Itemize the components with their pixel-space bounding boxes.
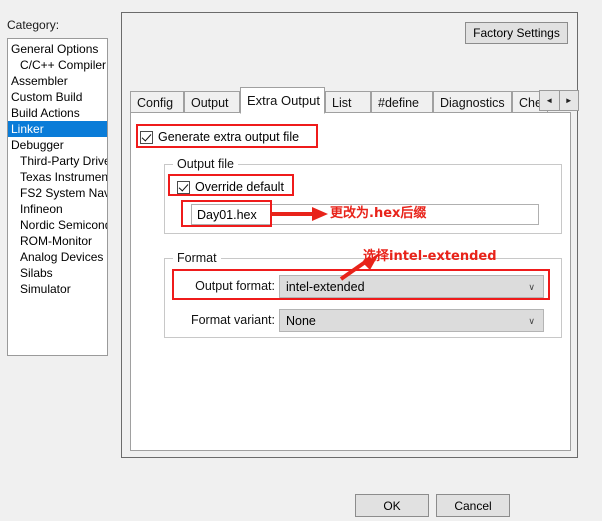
tab-diagnostics[interactable]: Diagnostics bbox=[433, 91, 512, 113]
sidebar-item-linker[interactable]: Linker bbox=[8, 121, 107, 137]
sidebar-item-fs2-system-navigator[interactable]: FS2 System Navigator bbox=[8, 185, 107, 201]
chevron-down-icon: ∨ bbox=[528, 281, 535, 292]
output-format-label: Output format: bbox=[195, 279, 275, 293]
tab-list[interactable]: List bbox=[325, 91, 371, 113]
generate-extra-output-label: Generate extra output file bbox=[158, 130, 300, 144]
tab-output[interactable]: Output bbox=[184, 91, 240, 113]
output-format-value: intel-extended bbox=[286, 280, 365, 294]
sidebar-item-debugger[interactable]: Debugger bbox=[8, 137, 107, 153]
factory-settings-button[interactable]: Factory Settings bbox=[465, 22, 568, 44]
format-group-title: Format bbox=[173, 251, 221, 265]
format-group: Format Output format: intel-extended ∨ F… bbox=[164, 251, 562, 338]
tab-scroll-right-icon[interactable]: ► bbox=[559, 91, 578, 110]
sidebar-item-custom-build[interactable]: Custom Build bbox=[8, 89, 107, 105]
tab-scroll-buttons: ◄ ► bbox=[539, 90, 579, 111]
tab-define[interactable]: #define bbox=[371, 91, 433, 113]
override-default-checkbox[interactable] bbox=[177, 180, 190, 194]
format-variant-value: None bbox=[286, 314, 316, 328]
sidebar-item-silabs[interactable]: Silabs bbox=[8, 265, 107, 281]
override-default-label: Override default bbox=[195, 180, 284, 194]
sidebar-item-rom-monitor[interactable]: ROM-Monitor bbox=[8, 233, 107, 249]
ok-button[interactable]: OK bbox=[355, 494, 429, 517]
sidebar-item-general-options[interactable]: General Options bbox=[8, 41, 107, 57]
tab-scroll-left-icon[interactable]: ◄ bbox=[540, 91, 560, 110]
output-file-group-title: Output file bbox=[173, 157, 238, 171]
tab-panel-extra-output: Generate extra output file Output file O… bbox=[130, 112, 571, 451]
format-variant-label: Format variant: bbox=[190, 313, 275, 327]
sidebar-item-c-cpp-compiler[interactable]: C/C++ Compiler bbox=[8, 57, 107, 73]
output-file-group: Output file Override default Day01.hex bbox=[164, 157, 562, 234]
sidebar-item-build-actions[interactable]: Build Actions bbox=[8, 105, 107, 121]
sidebar-item-assembler[interactable]: Assembler bbox=[8, 73, 107, 89]
category-label: Category: bbox=[7, 18, 60, 32]
tab-extra-output[interactable]: Extra Output bbox=[240, 87, 325, 114]
cancel-button[interactable]: Cancel bbox=[436, 494, 510, 517]
format-variant-select[interactable]: None ∨ bbox=[279, 309, 544, 332]
sidebar-item-texas-instruments[interactable]: Texas Instruments bbox=[8, 169, 107, 185]
sidebar-item-third-party-driver[interactable]: Third-Party Driver bbox=[8, 153, 107, 169]
sidebar-item-simulator[interactable]: Simulator bbox=[8, 281, 107, 297]
generate-extra-output-checkbox[interactable] bbox=[140, 130, 153, 144]
annotation-text-output-format: 选择intel-extended bbox=[363, 249, 497, 264]
category-list[interactable]: General Options C/C++ Compiler Assembler… bbox=[7, 38, 108, 356]
sidebar-item-analog-devices[interactable]: Analog Devices bbox=[8, 249, 107, 265]
annotation-text-filename: 更改为.hex后缀 bbox=[330, 206, 427, 221]
options-panel: Factory Settings Config Output Extra Out… bbox=[121, 12, 579, 458]
tab-config[interactable]: Config bbox=[130, 91, 184, 113]
generate-extra-output-row[interactable]: Generate extra output file bbox=[140, 130, 299, 144]
tab-strip: Config Output Extra Output List #define … bbox=[130, 87, 579, 114]
sidebar-item-nordic-semiconductor[interactable]: Nordic Semiconductor bbox=[8, 217, 107, 233]
override-default-row[interactable]: Override default bbox=[177, 180, 284, 194]
output-format-select[interactable]: intel-extended ∨ bbox=[279, 275, 544, 298]
sidebar-item-infineon[interactable]: Infineon bbox=[8, 201, 107, 217]
chevron-down-icon: ∨ bbox=[528, 315, 535, 326]
